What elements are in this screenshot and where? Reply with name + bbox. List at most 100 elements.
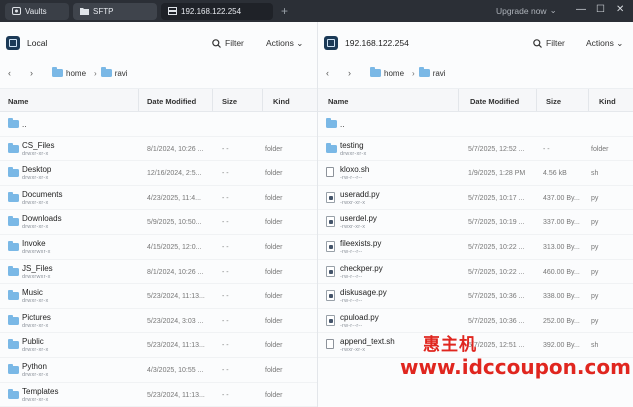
file-name: userdel.py [340, 214, 377, 224]
actions-button[interactable]: Actions ⌄ [586, 38, 623, 49]
file-perm: -rw-r--r-- [340, 248, 363, 255]
file-name: .. [340, 120, 345, 129]
table-row[interactable]: Music drwxr-xr-x 5/23/2024, 11:13... - - fol… [0, 284, 317, 309]
file-size: - - [222, 342, 229, 350]
col-size[interactable]: Size [546, 97, 561, 106]
table-row[interactable]: useradd.py -rwxr-xr-x 5/7/2025, 10:17 ... 4… [318, 186, 633, 211]
file-date: 8/1/2024, 10:26 ... [147, 145, 204, 153]
file-size: - - [222, 145, 229, 153]
file-name: Pictures [22, 312, 51, 322]
tab-vaults[interactable]: Vaults [5, 2, 69, 20]
file-kind: folder [265, 170, 283, 178]
file-size: 338.00 By... [543, 293, 580, 301]
watermark-url: www.idccoupon.com [400, 355, 631, 379]
tab-sftp[interactable]: SFTP [73, 2, 157, 20]
python-file-icon [326, 290, 335, 302]
actions-button[interactable]: Actions ⌄ [266, 38, 303, 49]
file-size: - - [222, 194, 229, 202]
file-date: 5/7/2025, 10:36 ... [468, 293, 525, 301]
table-row[interactable]: Invoke drwxrwxr-x 4/15/2025, 12:0... - - fol… [0, 235, 317, 260]
file-kind: py [591, 317, 599, 325]
breadcrumb-item[interactable]: ravi [418, 67, 446, 78]
file-name: CS_Files [22, 140, 55, 150]
table-row[interactable]: Downloads drwxr-xr-x 5/9/2025, 10:50... - -… [0, 210, 317, 235]
table-row[interactable]: checkper.py -rw-r--r-- 5/7/2025, 10:22 ...… [318, 260, 633, 285]
new-tab-icon[interactable]: + [281, 4, 288, 18]
minimize-icon[interactable]: — [576, 4, 586, 15]
table-row[interactable]: kloxo.sh -rw-r--r-- 1/9/2025, 1:28 PM 4.56 … [318, 161, 633, 186]
table-row[interactable]: .. [318, 112, 633, 137]
table-row[interactable]: Python drwxr-xr-x 4/3/2025, 10:55 ... - - fo… [0, 358, 317, 383]
crumb-label: home [384, 68, 405, 78]
file-kind: folder [265, 145, 283, 153]
folder-icon [8, 191, 19, 202]
table-row[interactable]: Pictures drwxr-xr-x 5/23/2024, 3:03 ... - -… [0, 309, 317, 334]
file-date: 5/23/2024, 11:13... [147, 391, 205, 399]
filter-button[interactable]: Filter [212, 38, 244, 48]
pane-title: 192.168.122.254 [345, 38, 409, 48]
file-date: 12/16/2024, 2:5... [147, 170, 202, 178]
col-date[interactable]: Date Modified [470, 97, 519, 106]
file-perm: -rwxr-xr-x [340, 347, 366, 354]
table-row[interactable]: Desktop drwxr-xr-x 12/16/2024, 2:5... - - fo… [0, 161, 317, 186]
search-icon [212, 38, 221, 48]
file-date: 5/7/2025, 10:19 ... [468, 219, 525, 227]
table-row[interactable]: testing drwxr-xr-x 5/7/2025, 12:52 ... - - f… [318, 137, 633, 162]
local-icon [6, 36, 20, 50]
close-icon[interactable]: ✕ [616, 4, 624, 15]
col-size[interactable]: Size [222, 97, 237, 106]
back-icon[interactable]: ‹ [326, 68, 348, 78]
file-kind: folder [265, 317, 283, 325]
col-date[interactable]: Date Modified [147, 97, 196, 106]
table-row[interactable]: Documents drwxr-xr-x 4/23/2025, 11:4... - -… [0, 186, 317, 211]
maximize-icon[interactable]: ☐ [596, 4, 605, 15]
filter-button[interactable]: Filter [533, 38, 565, 48]
file-kind: py [591, 219, 599, 227]
back-icon[interactable]: ‹ [8, 68, 30, 78]
folder-icon [8, 290, 19, 301]
table-row[interactable]: userdel.py -rwxr-xr-x 5/7/2025, 10:19 ... 3… [318, 210, 633, 235]
file-size: - - [543, 145, 550, 153]
file-icon [326, 339, 334, 350]
col-kind[interactable]: Kind [273, 97, 290, 106]
file-name: Invoke [22, 238, 46, 248]
file-perm: drwxr-xr-x [22, 199, 49, 206]
file-name: testing [340, 140, 364, 150]
file-perm: drwxr-xr-x [22, 224, 49, 231]
file-perm: drwxr-xr-x [22, 175, 49, 182]
folder-icon [8, 240, 19, 251]
breadcrumb-item[interactable]: home [370, 67, 405, 78]
file-perm: drwxr-xr-x [340, 150, 367, 157]
tab-host[interactable]: 192.168.122.254 [161, 2, 273, 20]
file-name: Public [22, 337, 44, 347]
col-kind[interactable]: Kind [599, 97, 616, 106]
folder-icon [52, 67, 63, 77]
table-row[interactable]: .. [0, 112, 317, 137]
file-size: - - [222, 219, 229, 227]
table-row[interactable]: fileexists.py -rw-r--r-- 5/7/2025, 10:22 .… [318, 235, 633, 260]
upgrade-button[interactable]: Upgrade now ⌄ [496, 5, 557, 16]
folder-icon [8, 314, 19, 325]
file-name: Downloads [22, 214, 62, 224]
file-kind: folder [265, 194, 283, 202]
file-name: fileexists.py [340, 238, 382, 248]
file-name: Music [22, 288, 43, 298]
folder-icon [8, 167, 19, 178]
table-row[interactable]: Templates drwxr-xr-x 5/23/2024, 11:13... - … [0, 383, 317, 407]
col-name[interactable]: Name [8, 97, 28, 106]
table-row[interactable]: diskusage.py -rw-r--r-- 5/7/2025, 10:36 ..… [318, 284, 633, 309]
col-name[interactable]: Name [328, 97, 348, 106]
pane-title: Local [27, 38, 48, 48]
file-perm: -rwxr-xr-x [340, 199, 366, 206]
breadcrumb-item[interactable]: home [52, 67, 86, 78]
file-kind: py [591, 194, 599, 202]
table-row[interactable]: Public drwxr-xr-x 5/23/2024, 11:13... - - fo… [0, 333, 317, 358]
forward-icon[interactable]: › [348, 68, 370, 78]
table-row[interactable]: JS_Files drwxrwxr-x 8/1/2024, 10:26 ... - -… [0, 260, 317, 285]
breadcrumb-item[interactable]: ravi [100, 67, 128, 78]
file-date: 4/3/2025, 10:55 ... [147, 366, 204, 374]
file-kind: folder [265, 268, 283, 276]
forward-icon[interactable]: › [30, 68, 52, 78]
file-kind: folder [265, 391, 283, 399]
table-row[interactable]: CS_Files drwxr-xr-x 8/1/2024, 10:26 ... - -… [0, 137, 317, 162]
